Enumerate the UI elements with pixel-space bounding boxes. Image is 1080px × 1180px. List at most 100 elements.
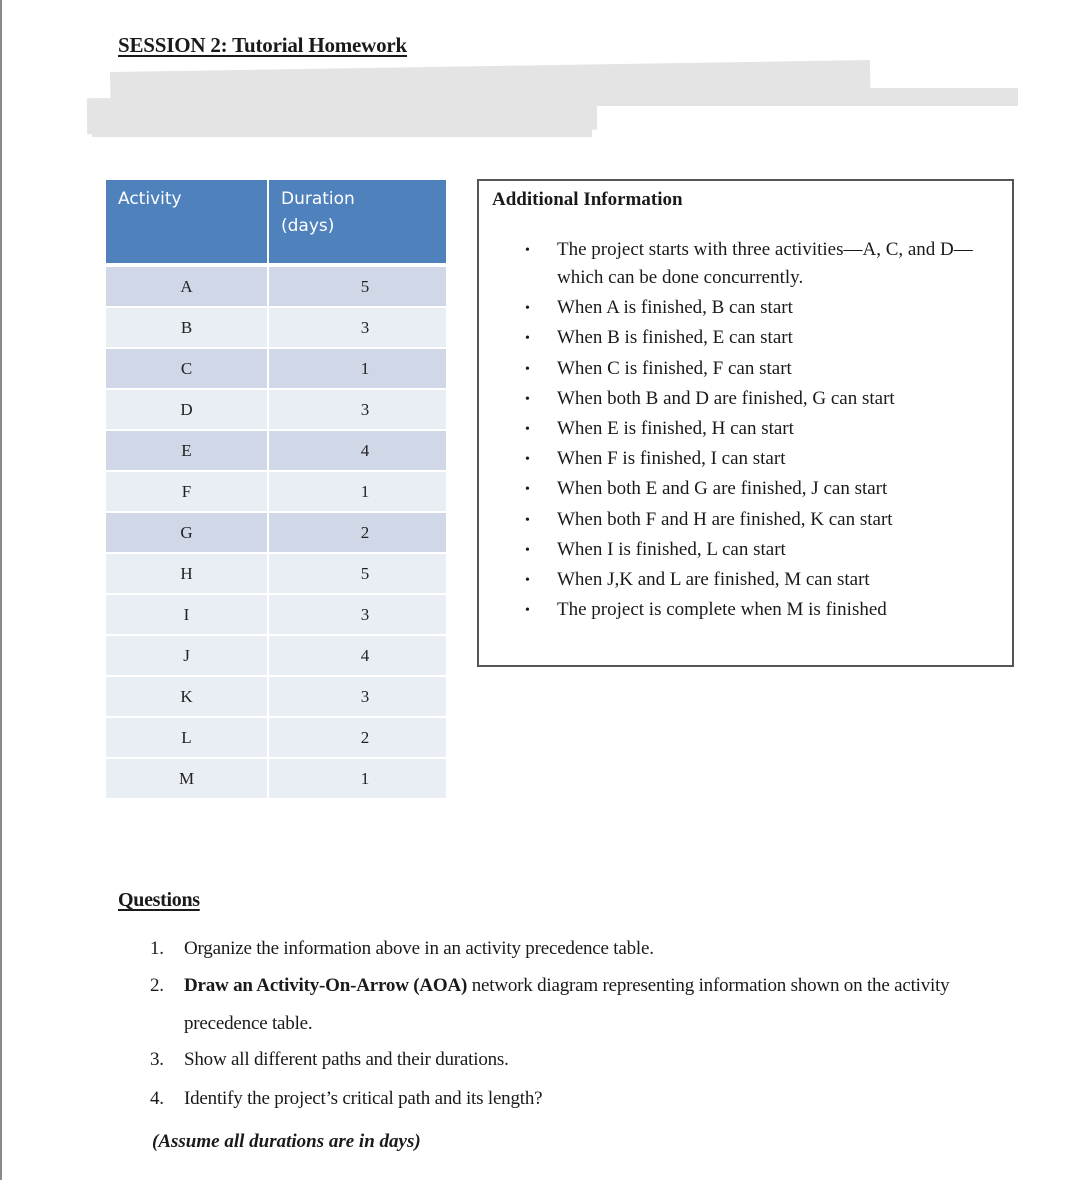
bullet-icon: •	[525, 331, 530, 347]
bullet-icon: •	[525, 391, 530, 407]
additional-information-title: Additional Information	[492, 189, 683, 210]
bullet-icon: •	[525, 542, 530, 558]
table-row: B3	[106, 308, 446, 349]
table-row: C1	[106, 349, 446, 390]
bullet-icon: •	[525, 603, 530, 619]
activity-cell: J	[106, 636, 269, 677]
activity-cell: E	[106, 431, 269, 472]
duration-cell: 1	[269, 759, 446, 800]
question-item: 3. Show all different paths and their dur…	[150, 1049, 1010, 1088]
activity-cell: H	[106, 554, 269, 595]
bullet-icon: •	[525, 421, 530, 437]
list-item: • When E is finished, H can start	[479, 415, 1012, 443]
bullet-icon: •	[525, 361, 530, 377]
activity-cell: A	[106, 267, 269, 308]
duration-cell: 1	[269, 472, 446, 513]
activity-cell: L	[106, 718, 269, 759]
bullet-icon: •	[525, 572, 530, 588]
list-item: • When F is finished, I can start	[479, 445, 1012, 473]
question-number: 2.	[150, 975, 164, 996]
list-item: • The project starts with three activitie…	[479, 236, 1012, 292]
durations-note: (Assume all durations are in days)	[152, 1131, 421, 1152]
duration-header-line1: Duration	[281, 189, 355, 209]
table-row: A5	[106, 267, 446, 308]
question-number: 3.	[150, 1049, 164, 1070]
duration-cell: 3	[269, 308, 446, 349]
redacted-text-block	[92, 115, 592, 137]
list-item-text: The project is complete when M is finish…	[557, 599, 887, 621]
list-item: • When B is finished, E can start	[479, 324, 1012, 352]
duration-cell: 3	[269, 390, 446, 431]
list-item-text: When B is finished, E can start	[557, 327, 793, 349]
activity-cell: G	[106, 513, 269, 554]
table-row: H5	[106, 554, 446, 595]
activity-cell: K	[106, 677, 269, 718]
list-item-text: The project starts with three activities…	[557, 239, 973, 288]
question-item: 4. Identify the project’s critical path a…	[150, 1088, 1010, 1127]
bullet-icon: •	[525, 243, 530, 258]
duration-cell: 4	[269, 431, 446, 472]
list-item: • When both E and G are finished, J can s…	[479, 475, 1012, 503]
redacted-text-block	[585, 88, 1018, 106]
questions-heading: Questions	[118, 889, 200, 911]
activity-cell: M	[106, 759, 269, 800]
duration-cell: 1	[269, 349, 446, 390]
table-row: D3	[106, 390, 446, 431]
bullet-icon: •	[525, 452, 530, 468]
question-text: Organize the information above in an act…	[184, 938, 654, 959]
list-item-text: When E is finished, H can start	[557, 417, 794, 439]
duration-cell: 4	[269, 636, 446, 677]
questions-list: 1. Organize the information above in an a…	[150, 938, 1010, 1127]
bullet-icon: •	[525, 512, 530, 528]
activity-cell: D	[106, 390, 269, 431]
table-row: G2	[106, 513, 446, 554]
activity-cell: C	[106, 349, 269, 390]
list-item-text: When I is finished, L can start	[557, 538, 786, 560]
list-item-text: When F is finished, I can start	[557, 448, 786, 470]
table-row: K3	[106, 677, 446, 718]
table-row: M1	[106, 759, 446, 800]
question-number: 1.	[150, 938, 164, 959]
list-item: • When both B and D are finished, G can s…	[479, 385, 1012, 413]
duration-cell: 2	[269, 718, 446, 759]
column-header-duration: Duration (days)	[269, 180, 446, 267]
page-title: SESSION 2: Tutorial Homework	[118, 33, 408, 57]
list-item: • When A is finished, B can start	[479, 294, 1012, 322]
question-text: Show all different paths and their durat…	[184, 1049, 509, 1070]
list-item: • When I is finished, L can start	[479, 536, 1012, 564]
list-item-text: When both F and H are finished, K can st…	[557, 508, 893, 530]
additional-information-box: Additional Information • The project star…	[477, 179, 1014, 667]
table-row: I3	[106, 595, 446, 636]
activity-cell: I	[106, 595, 269, 636]
question-number: 4.	[150, 1088, 164, 1109]
duration-header-line2: (days)	[281, 216, 335, 236]
table-header-row: Activity Duration (days)	[106, 180, 446, 267]
question-item: 2. Draw an Activity-On-Arrow (AOA) networ…	[150, 967, 1010, 1043]
activity-cell: B	[106, 308, 269, 349]
list-item-text: When both B and D are finished, G can st…	[557, 387, 895, 409]
question-text: Identify the project’s critical path and…	[184, 1088, 543, 1109]
table-row: F1	[106, 472, 446, 513]
table-row: E4	[106, 431, 446, 472]
bullet-icon: •	[525, 482, 530, 498]
activity-duration-table: Activity Duration (days) A5 B3 C1 D3 E4 …	[106, 180, 446, 800]
table-row: J4	[106, 636, 446, 677]
column-header-activity: Activity	[106, 180, 269, 267]
list-item: • The project is complete when M is finis…	[479, 596, 1012, 624]
duration-cell: 5	[269, 554, 446, 595]
table-row: L2	[106, 718, 446, 759]
question-bold-text: Draw an Activity-On-Arrow (AOA)	[184, 975, 468, 996]
activity-cell: F	[106, 472, 269, 513]
list-item-text: When both E and G are finished, J can st…	[557, 478, 888, 500]
list-item: • When both F and H are finished, K can s…	[479, 506, 1012, 534]
list-item-text: When C is finished, F can start	[557, 357, 792, 379]
list-item: • When C is finished, F can start	[479, 355, 1012, 383]
page-edge	[0, 0, 2, 1180]
bullet-icon: •	[525, 301, 530, 317]
duration-cell: 2	[269, 513, 446, 554]
list-item-text: When J,K and L are finished, M can start	[557, 568, 870, 590]
duration-cell: 5	[269, 267, 446, 308]
list-item-text: When A is finished, B can start	[557, 297, 793, 319]
list-item: • When J,K and L are finished, M can star…	[479, 566, 1012, 594]
duration-cell: 3	[269, 595, 446, 636]
